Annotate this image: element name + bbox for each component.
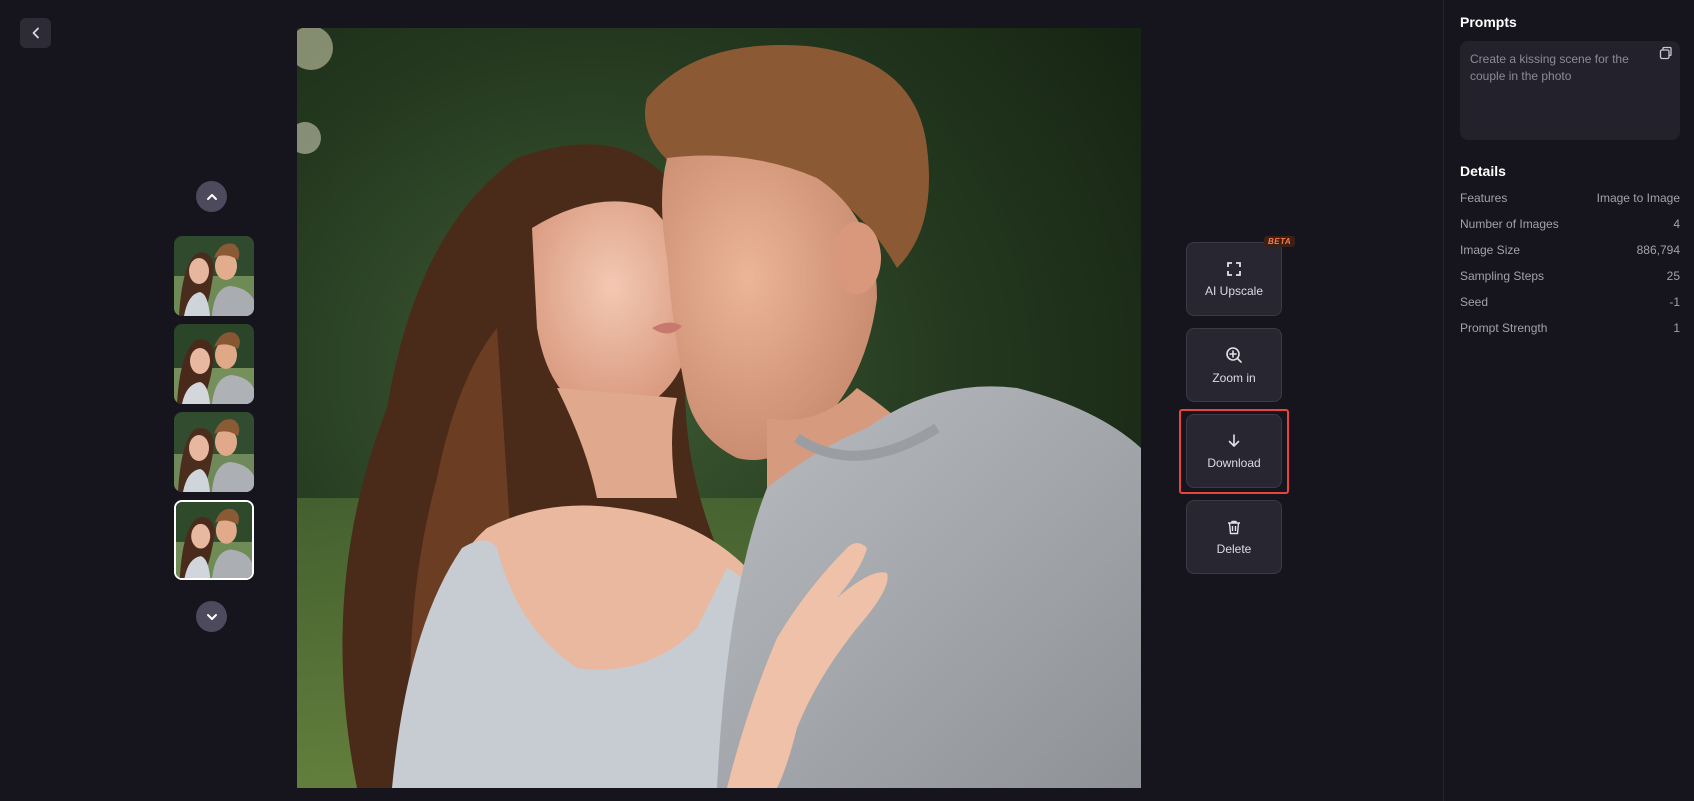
chevron-up-icon [206,193,217,200]
detail-label: Sampling Steps [1460,269,1545,283]
detail-row-prompt-strength: Prompt Strength 1 [1460,321,1680,339]
detail-label: Features [1460,191,1508,205]
detail-label: Image Size [1460,243,1521,257]
detail-row-number-of-images: Number of Images 4 [1460,217,1680,235]
thumbnail-4[interactable] [174,500,254,580]
delete-button[interactable]: Delete [1186,500,1282,574]
thumbnails-down-button[interactable] [196,601,227,632]
expand-icon [1227,261,1241,276]
beta-badge: BETA [1264,236,1296,247]
prompts-title: Prompts [1460,14,1517,30]
ai-upscale-label: AI Upscale [1204,283,1264,298]
chevron-left-icon [32,27,39,39]
download-icon [1228,433,1240,447]
detail-value: 886,794 [1636,243,1680,257]
detail-value: 25 [1666,269,1680,283]
detail-row-features: Features Image to Image [1460,191,1680,209]
zoom-in-icon [1226,346,1242,363]
detail-label: Number of Images [1460,217,1559,231]
thumbnail-image [174,236,254,316]
chevron-down-icon [206,613,217,620]
detail-row-sampling-steps: Sampling Steps 25 [1460,269,1680,287]
detail-value: Image to Image [1596,191,1680,205]
prompt-text: Create a kissing scene for the couple in… [1470,52,1629,83]
main-image [297,28,1141,788]
thumbnails-up-button[interactable] [196,181,227,212]
detail-value: -1 [1669,295,1680,309]
details-title: Details [1460,163,1506,179]
thumbnail-image [176,502,252,578]
detail-value: 1 [1673,321,1680,335]
trash-icon [1228,520,1240,534]
thumbnail-3[interactable] [174,412,254,492]
detail-label: Seed [1460,295,1489,309]
detail-row-seed: Seed -1 [1460,295,1680,313]
thumbnail-image [174,324,254,404]
detail-value: 4 [1673,217,1680,231]
thumbnail-image [174,412,254,492]
delete-label: Delete [1216,541,1252,556]
thumbnail-1[interactable] [174,236,254,316]
details-panel: Prompts Create a kissing scene for the c… [1443,0,1694,801]
ai-upscale-button[interactable]: AI Upscale [1186,242,1282,316]
download-label: Download [1207,455,1261,470]
thumbnail-2[interactable] [174,324,254,404]
detail-row-image-size: Image Size 886,794 [1460,243,1680,261]
back-button[interactable] [20,18,51,48]
prompt-box: Create a kissing scene for the couple in… [1460,41,1680,140]
detail-label: Prompt Strength [1460,321,1548,335]
copy-icon[interactable] [1659,46,1673,65]
download-button[interactable]: Download [1186,414,1282,488]
zoom-in-button[interactable]: Zoom in [1186,328,1282,402]
zoom-in-label: Zoom in [1212,370,1256,385]
